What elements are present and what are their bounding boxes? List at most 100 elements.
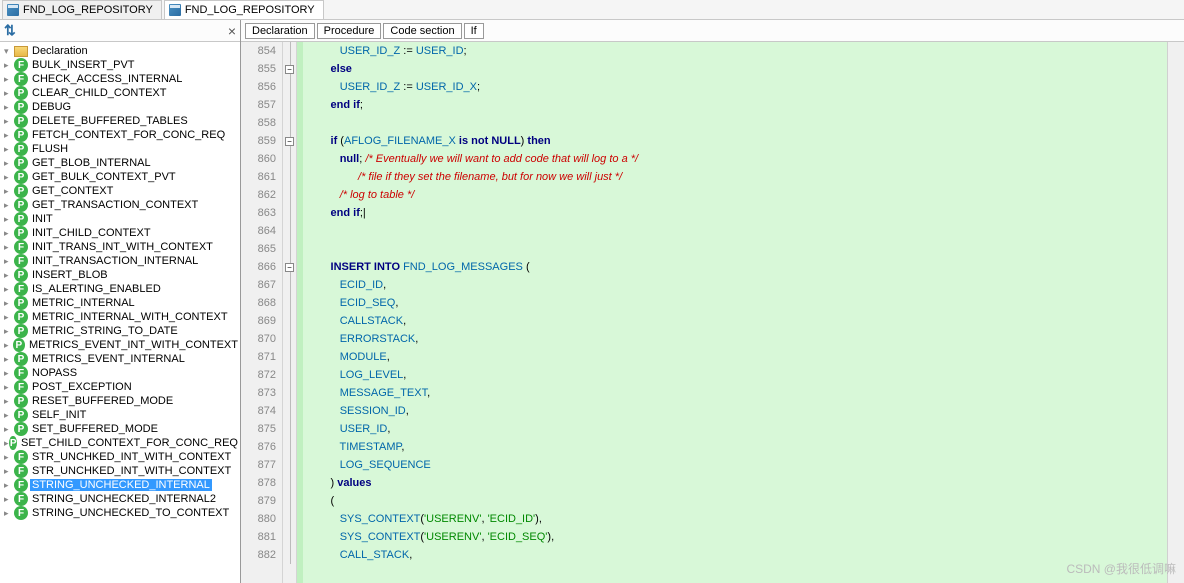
code-line[interactable]: USER_ID, — [303, 420, 1167, 438]
expand-icon[interactable]: ▸ — [4, 466, 14, 477]
file-tab[interactable]: FND_LOG_REPOSITORY — [2, 0, 162, 19]
tree-declaration[interactable]: ▾Declaration — [0, 44, 240, 58]
code-line[interactable] — [303, 222, 1167, 240]
expand-icon[interactable]: ▸ — [4, 88, 14, 99]
code-line[interactable]: TIMESTAMP, — [303, 438, 1167, 456]
breadcrumb-item[interactable]: Code section — [383, 23, 461, 39]
expand-icon[interactable]: ▸ — [4, 74, 14, 85]
fold-cell[interactable] — [283, 384, 296, 402]
code-line[interactable]: /* file if they set the filename, but fo… — [303, 168, 1167, 186]
code-line[interactable]: USER_ID_Z := USER_ID; — [303, 42, 1167, 60]
vertical-scrollbar[interactable] — [1167, 42, 1184, 583]
expand-icon[interactable]: ▸ — [4, 284, 14, 295]
expand-icon[interactable]: ▸ — [4, 480, 14, 491]
expand-icon[interactable]: ▸ — [4, 242, 14, 253]
expand-icon[interactable]: ▸ — [4, 214, 14, 225]
fold-cell[interactable] — [283, 150, 296, 168]
fold-cell[interactable] — [283, 330, 296, 348]
expand-icon[interactable]: ▸ — [4, 340, 13, 351]
tree-item[interactable]: ▸PINSERT_BLOB — [0, 268, 240, 282]
code-line[interactable]: /* log to table */ — [303, 186, 1167, 204]
fold-cell[interactable] — [283, 402, 296, 420]
tree-item[interactable]: ▸FPOST_EXCEPTION — [0, 380, 240, 394]
tree-item[interactable]: ▸PGET_BULK_CONTEXT_PVT — [0, 170, 240, 184]
tree-item[interactable]: ▸FIS_ALERTING_ENABLED — [0, 282, 240, 296]
tree-item[interactable]: ▸FSTRING_UNCHECKED_TO_CONTEXT — [0, 506, 240, 520]
fold-cell[interactable] — [283, 78, 296, 96]
tree-item[interactable]: ▸FCHECK_ACCESS_INTERNAL — [0, 72, 240, 86]
code-line[interactable]: null; /* Eventually we will want to add … — [303, 150, 1167, 168]
tree-item[interactable]: ▸PINIT_CHILD_CONTEXT — [0, 226, 240, 240]
expand-icon[interactable]: ▸ — [4, 354, 14, 365]
code-line[interactable]: USER_ID_Z := USER_ID_X; — [303, 78, 1167, 96]
code-line[interactable]: ECID_ID, — [303, 276, 1167, 294]
fold-cell[interactable] — [283, 276, 296, 294]
tree-item[interactable]: ▸FINIT_TRANS_INT_WITH_CONTEXT — [0, 240, 240, 254]
expand-icon[interactable]: ▸ — [4, 186, 14, 197]
fold-cell[interactable] — [283, 438, 296, 456]
tree-item[interactable]: ▸PFETCH_CONTEXT_FOR_CONC_REQ — [0, 128, 240, 142]
expand-icon[interactable]: ▸ — [4, 228, 14, 239]
tree-item[interactable]: ▸PGET_TRANSACTION_CONTEXT — [0, 198, 240, 212]
tree-item[interactable]: ▸PMETRICS_EVENT_INTERNAL — [0, 352, 240, 366]
expand-icon[interactable]: ▸ — [4, 60, 14, 71]
fold-cell[interactable] — [283, 96, 296, 114]
fold-cell[interactable] — [283, 222, 296, 240]
tree-item[interactable]: ▸FSTRING_UNCHECKED_INTERNAL — [0, 478, 240, 492]
fold-cell[interactable] — [283, 474, 296, 492]
tree-item[interactable]: ▸FSTR_UNCHKED_INT_WITH_CONTEXT — [0, 450, 240, 464]
expand-icon[interactable]: ▸ — [4, 382, 14, 393]
expand-icon[interactable]: ▾ — [4, 46, 14, 57]
expand-icon[interactable]: ▸ — [4, 298, 14, 309]
expand-icon[interactable]: ▸ — [4, 200, 14, 211]
filter-input[interactable] — [16, 25, 228, 37]
fold-cell[interactable] — [283, 546, 296, 564]
fold-cell[interactable]: − — [283, 258, 296, 276]
fold-cell[interactable] — [283, 168, 296, 186]
fold-cell[interactable] — [283, 42, 296, 60]
fold-cell[interactable]: − — [283, 60, 296, 78]
code-line[interactable]: end if; — [303, 96, 1167, 114]
fold-gutter[interactable]: − − − — [283, 42, 297, 583]
expand-icon[interactable]: ▸ — [4, 102, 14, 113]
expand-icon[interactable]: ▸ — [4, 312, 14, 323]
code-line[interactable] — [303, 114, 1167, 132]
code-line[interactable]: CALLSTACK, — [303, 312, 1167, 330]
tree-item[interactable]: ▸FSTRING_UNCHECKED_INTERNAL2 — [0, 492, 240, 506]
expand-icon[interactable]: ▸ — [4, 130, 14, 141]
tree-item[interactable]: ▸PMETRIC_INTERNAL — [0, 296, 240, 310]
tree-item[interactable]: ▸PSET_BUFFERED_MODE — [0, 422, 240, 436]
code-line[interactable]: SESSION_ID, — [303, 402, 1167, 420]
sort-icon[interactable]: ⇅ — [4, 22, 16, 39]
fold-cell[interactable] — [283, 204, 296, 222]
breadcrumb-item[interactable]: Procedure — [317, 23, 382, 39]
expand-icon[interactable]: ▸ — [4, 410, 14, 421]
tree-item[interactable]: ▸PMETRICS_EVENT_INT_WITH_CONTEXT — [0, 338, 240, 352]
expand-icon[interactable]: ▸ — [4, 326, 14, 337]
code-area[interactable]: USER_ID_Z := USER_ID; else USER_ID_Z := … — [303, 42, 1167, 583]
expand-icon[interactable]: ▸ — [4, 508, 14, 519]
code-line[interactable]: MESSAGE_TEXT, — [303, 384, 1167, 402]
expand-icon[interactable]: ▸ — [4, 396, 14, 407]
fold-cell[interactable]: − — [283, 132, 296, 150]
code-line[interactable]: SYS_CONTEXT('USERENV', 'ECID_ID'), — [303, 510, 1167, 528]
code-line[interactable]: end if;| — [303, 204, 1167, 222]
fold-toggle-icon[interactable]: − — [285, 263, 294, 272]
code-editor[interactable]: 8548558568578588598608618628638648658668… — [241, 42, 1184, 583]
fold-cell[interactable] — [283, 366, 296, 384]
fold-cell[interactable] — [283, 114, 296, 132]
fold-cell[interactable] — [283, 186, 296, 204]
code-line[interactable]: CALL_STACK, — [303, 546, 1167, 564]
fold-cell[interactable] — [283, 528, 296, 546]
breadcrumb-item[interactable]: If — [464, 23, 484, 39]
tree-item[interactable]: ▸PGET_BLOB_INTERNAL — [0, 156, 240, 170]
tree-item[interactable]: ▸PCLEAR_CHILD_CONTEXT — [0, 86, 240, 100]
expand-icon[interactable]: ▸ — [4, 270, 14, 281]
tree-item[interactable]: ▸PINIT — [0, 212, 240, 226]
code-line[interactable]: if (AFLOG_FILENAME_X is not NULL) then — [303, 132, 1167, 150]
tree-item[interactable]: ▸PRESET_BUFFERED_MODE — [0, 394, 240, 408]
fold-cell[interactable] — [283, 492, 296, 510]
expand-icon[interactable]: ▸ — [4, 452, 14, 463]
fold-cell[interactable] — [283, 420, 296, 438]
fold-cell[interactable] — [283, 294, 296, 312]
